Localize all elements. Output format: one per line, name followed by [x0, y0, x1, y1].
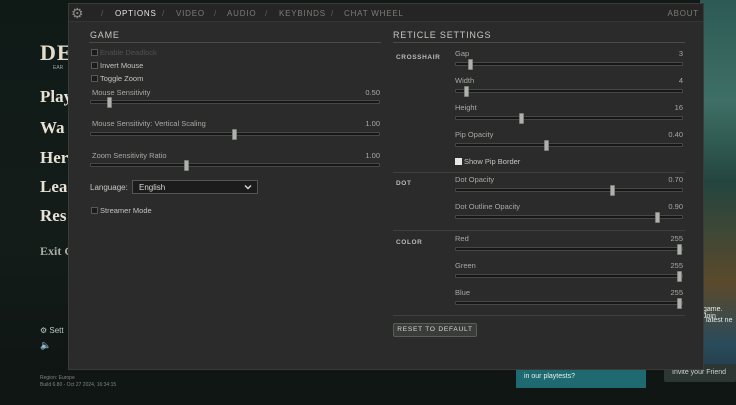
dot-outline-opacity-slider-handle[interactable] [655, 212, 660, 223]
checkbox-invert-mouse-label[interactable]: Invert Mouse [100, 61, 143, 70]
language-select-value: English [139, 183, 165, 192]
green-slider-handle[interactable] [677, 271, 682, 282]
width-slider[interactable] [455, 89, 683, 93]
slider-label: Mouse Sensitivity: Vertical Scaling [92, 119, 206, 128]
slider-value: 4 [645, 76, 683, 85]
slider-value: 255 [645, 288, 683, 297]
crosshair-group-label: CROSSHAIR [396, 54, 440, 62]
slider-label: Green [455, 261, 476, 270]
blue-slider[interactable] [455, 301, 683, 305]
tab-separator: / [214, 9, 216, 18]
green-slider[interactable] [455, 274, 683, 278]
group-divider [393, 172, 685, 173]
blue-slider-handle[interactable] [677, 298, 682, 309]
zoom-sensitivity-slider[interactable] [90, 163, 380, 167]
dot-group-label: DOT [396, 180, 412, 188]
slider-label: Red [455, 234, 469, 243]
region-text: Region: Europe [40, 375, 75, 381]
slider-value: 255 [645, 234, 683, 243]
gap-slider-handle[interactable] [468, 59, 473, 70]
tab-separator: / [101, 9, 103, 18]
options-tab-bar: ⚙ / OPTIONS / VIDEO / AUDIO / KEYBINDS /… [69, 4, 703, 22]
menu-item-watch[interactable]: Wa [40, 118, 65, 138]
mouse-sensitivity-slider-handle[interactable] [107, 97, 112, 108]
dot-opacity-slider-handle[interactable] [610, 185, 615, 196]
checkbox-enable-deadlock-label: Enable Deadlock [100, 48, 157, 57]
menu-item-resources[interactable]: Res [40, 206, 66, 226]
tab-separator: / [265, 9, 267, 18]
gear-icon: ⚙ [71, 5, 84, 21]
gap-slider[interactable] [455, 62, 683, 66]
checkbox-toggle-zoom-label[interactable]: Toggle Zoom [100, 74, 143, 83]
mouse-sensitivity-slider[interactable] [90, 100, 380, 104]
checkbox-streamer-mode-label[interactable]: Streamer Mode [100, 206, 152, 215]
build-text: Build 6.80 - Oct 27 2024, 16:34:15 [40, 382, 116, 388]
slider-value: 0.90 [645, 202, 683, 211]
slider-label: Dot Opacity [455, 175, 494, 184]
group-divider [393, 315, 685, 316]
tab-video[interactable]: VIDEO [176, 9, 205, 18]
reticle-section-title: RETICLE SETTINGS [393, 30, 491, 40]
playtest-promo[interactable]: in our playtests? [516, 368, 646, 388]
height-slider[interactable] [455, 116, 683, 120]
slider-label: Pip Opacity [455, 130, 493, 139]
slider-label: Zoom Sensitivity Ratio [92, 151, 167, 160]
slider-value: 0.50 [340, 88, 380, 97]
slider-value: 0.70 [645, 175, 683, 184]
width-slider-handle[interactable] [464, 86, 469, 97]
tab-separator: / [162, 9, 164, 18]
slider-value: 255 [645, 261, 683, 270]
slider-label: Mouse Sensitivity [92, 88, 150, 97]
slider-label: Dot Outline Opacity [455, 202, 520, 211]
menu-item-heroes[interactable]: Her [40, 148, 68, 168]
menu-backdrop-right [700, 0, 736, 405]
checkbox-show-pip-border-label[interactable]: Show Pip Border [464, 157, 520, 166]
menu-item-learn[interactable]: Lea [40, 177, 67, 197]
language-label: Language: [90, 183, 128, 192]
game-section-divider [89, 42, 381, 43]
red-slider[interactable] [455, 247, 683, 251]
slider-value: 0.40 [645, 130, 683, 139]
checkbox-toggle-zoom[interactable] [91, 75, 98, 82]
tab-separator: / [331, 9, 333, 18]
checkbox-streamer-mode[interactable] [91, 207, 98, 214]
height-slider-handle[interactable] [519, 113, 524, 124]
slider-value: 3 [645, 49, 683, 58]
tab-keybinds[interactable]: KEYBINDS [279, 9, 326, 18]
tab-about[interactable]: ABOUT [667, 9, 699, 18]
chevron-down-icon [243, 182, 253, 192]
checkbox-show-pip-border[interactable] [455, 158, 462, 165]
options-modal: ⚙ / OPTIONS / VIDEO / AUDIO / KEYBINDS /… [68, 3, 704, 370]
slider-label: Gap [455, 49, 469, 58]
menu-settings-link[interactable]: ⚙ Sett [40, 326, 64, 335]
red-slider-handle[interactable] [677, 244, 682, 255]
vertical-scaling-slider-handle[interactable] [232, 129, 237, 140]
dot-opacity-slider[interactable] [455, 188, 683, 192]
slider-label: Blue [455, 288, 470, 297]
color-group-label: COLOR [396, 239, 422, 247]
tab-chat-wheel[interactable]: CHAT WHEEL [344, 9, 404, 18]
game-section-title: GAME [90, 30, 120, 40]
game-logo-subtitle: EAR [53, 65, 63, 71]
checkbox-enable-deadlock [91, 49, 98, 56]
reticle-section-divider [393, 42, 685, 43]
reset-to-default-button[interactable]: RESET TO DEFAULT [393, 323, 477, 337]
slider-label: Height [455, 103, 477, 112]
tab-options[interactable]: OPTIONS [115, 9, 157, 18]
tab-audio[interactable]: AUDIO [227, 9, 256, 18]
speaker-icon[interactable]: 🔈 [40, 340, 51, 351]
dot-outline-opacity-slider[interactable] [455, 215, 683, 219]
slider-value: 16 [645, 103, 683, 112]
checkbox-invert-mouse[interactable] [91, 62, 98, 69]
pip-opacity-slider-handle[interactable] [544, 140, 549, 151]
news-snippet-latest: latest ne [706, 317, 732, 324]
pip-opacity-slider[interactable] [455, 143, 683, 147]
language-select[interactable]: English [132, 180, 258, 194]
group-divider [393, 230, 685, 231]
slider-label: Width [455, 76, 474, 85]
slider-value: 1.00 [340, 151, 380, 160]
zoom-sensitivity-slider-handle[interactable] [184, 160, 189, 171]
slider-value: 1.00 [340, 119, 380, 128]
